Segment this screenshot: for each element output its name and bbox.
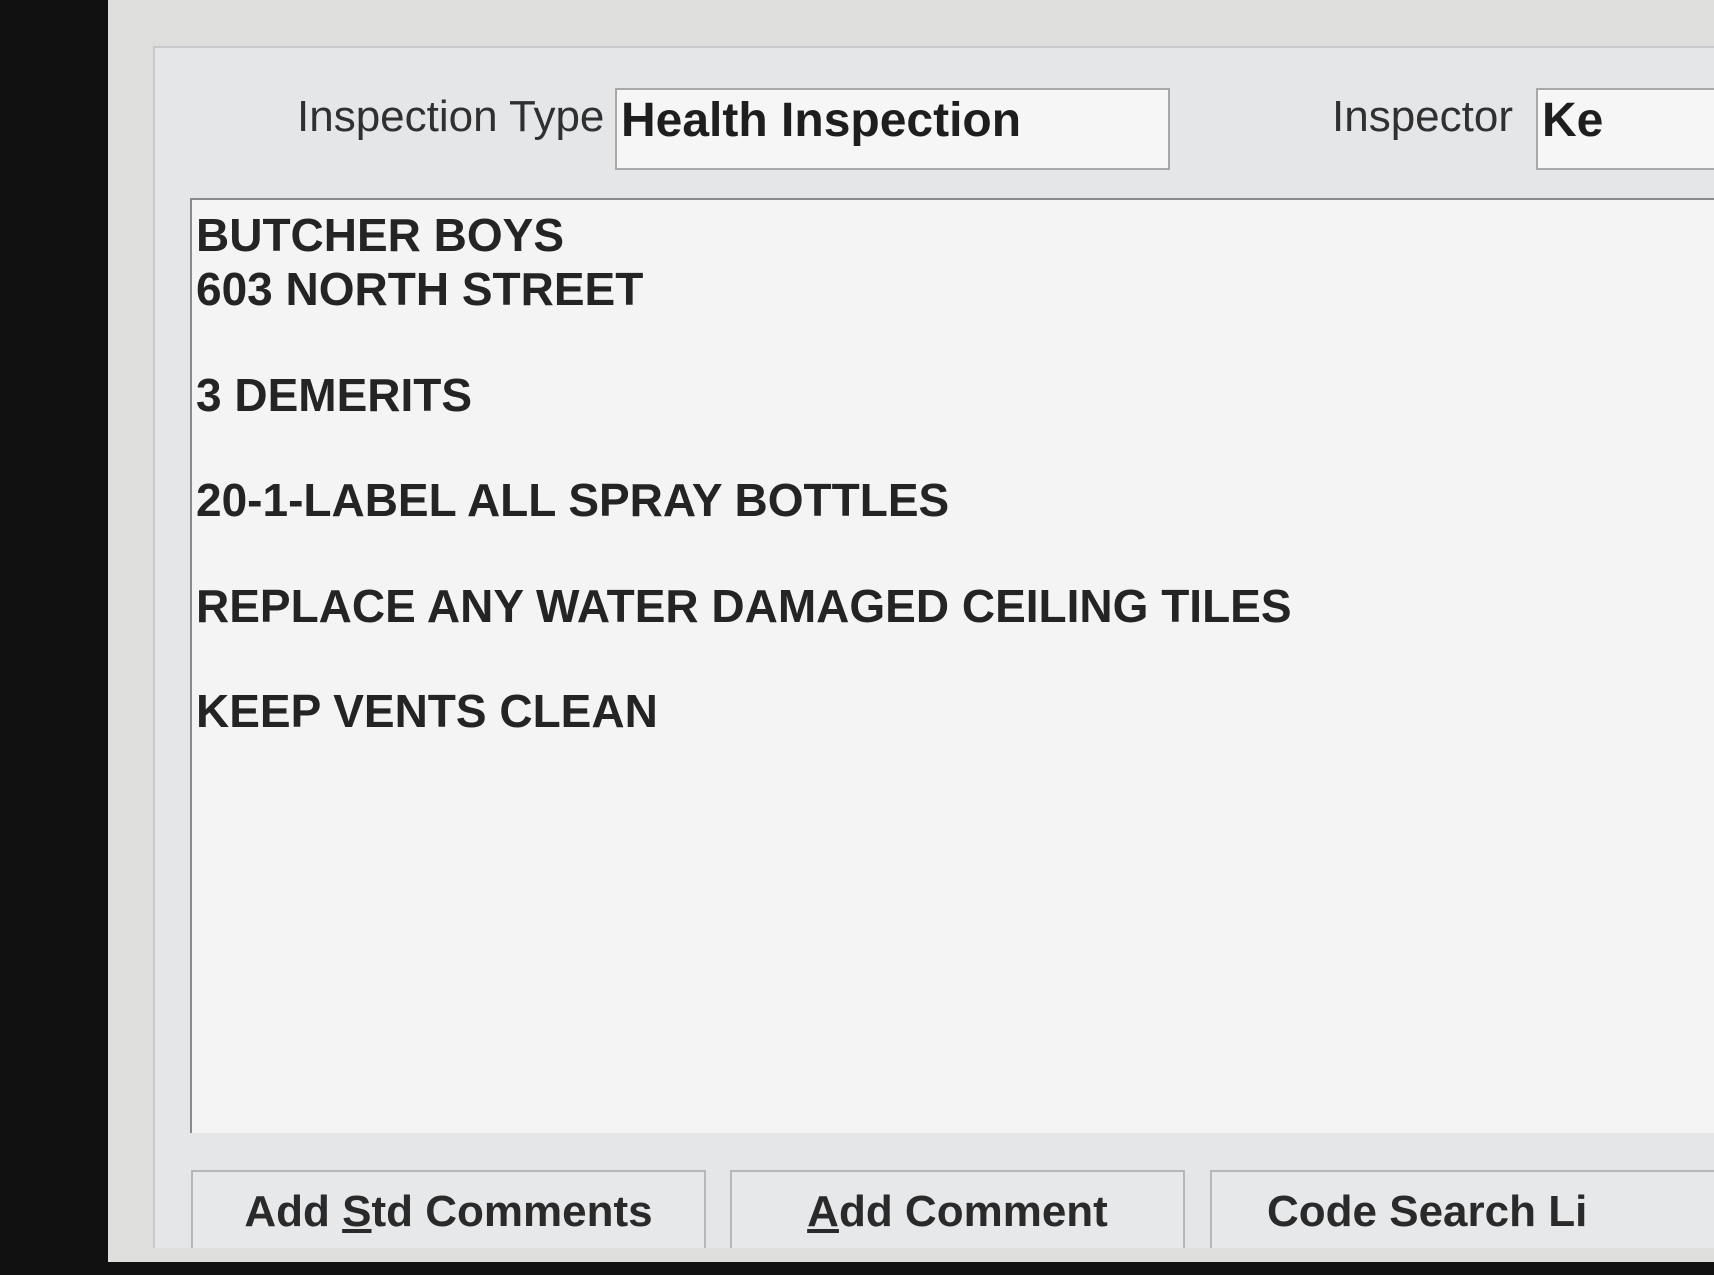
add-comment-post: dd Comment <box>838 1187 1108 1236</box>
add-std-comments-accesskey: S <box>342 1187 372 1236</box>
inspector-label: Inspector <box>1332 92 1513 141</box>
comment-line-ceiling-tiles: REPLACE ANY WATER DAMAGED CEILING TILES <box>196 580 1292 632</box>
comments-textarea[interactable]: BUTCHER BOYS 603 NORTH STREET 3 DEMERITS… <box>190 198 1714 1133</box>
inspection-type-field[interactable]: Health Inspection <box>615 88 1170 170</box>
add-std-comments-pre: Add <box>244 1187 343 1236</box>
add-comment-accesskey: A <box>807 1187 839 1236</box>
inspector-field[interactable]: Ke <box>1536 88 1714 170</box>
comment-line-vents: KEEP VENTS CLEAN <box>196 685 658 737</box>
comment-line-address: 603 NORTH STREET <box>196 263 644 315</box>
add-std-comments-button[interactable]: Add Std Comments <box>191 1170 706 1248</box>
add-std-comments-post: td Comments <box>371 1187 653 1236</box>
add-comment-button[interactable]: Add Comment <box>730 1170 1185 1248</box>
comment-line-violation: 20-1-LABEL ALL SPRAY BOTTLES <box>196 474 950 526</box>
inspection-window: Inspection Type Health Inspection Inspec… <box>153 46 1714 1248</box>
comment-line-business-name: BUTCHER BOYS <box>196 209 565 261</box>
code-search-button[interactable]: Code Search Li <box>1210 1170 1714 1248</box>
comment-line-demerits: 3 DEMERITS <box>196 369 473 421</box>
code-search-label: Code Search Li <box>1267 1187 1588 1236</box>
inspection-type-label: Inspection Type <box>297 92 605 141</box>
